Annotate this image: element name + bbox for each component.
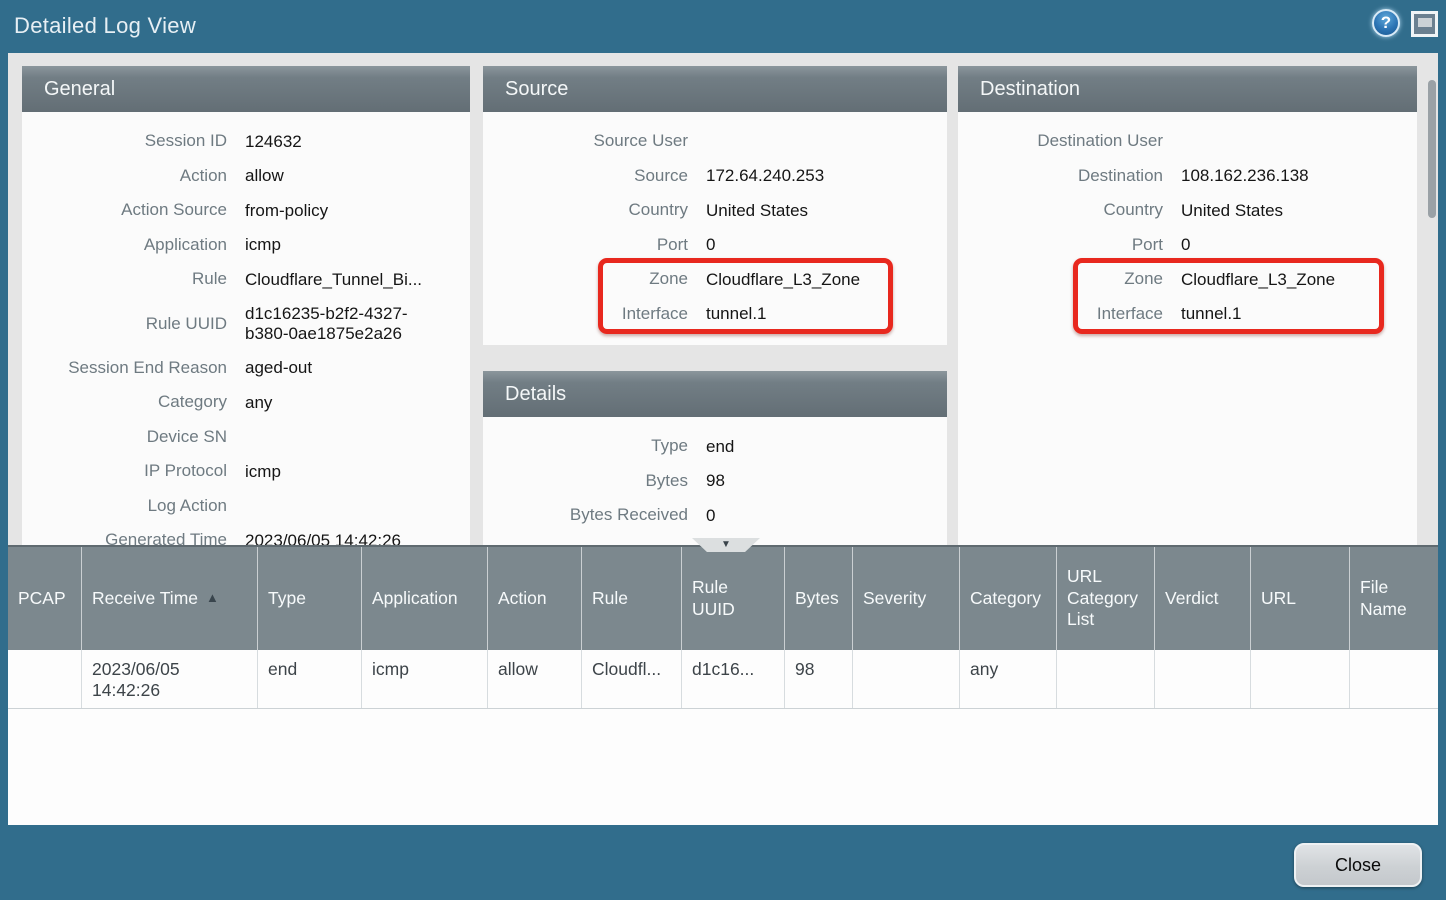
column-header-type[interactable]: Type [258, 547, 362, 650]
dialog-title: Detailed Log View [14, 13, 196, 39]
field-action: Actionallow [22, 159, 470, 194]
field-destination-user: Destination User [958, 124, 1417, 159]
panel-source: Source Source User Source172.64.240.253 … [483, 66, 947, 345]
window-icon[interactable] [1411, 11, 1438, 37]
panel-title: General [44, 78, 115, 101]
field-bytes: Bytes98 [483, 464, 947, 499]
cell-file-name [1350, 650, 1438, 708]
column-header-action[interactable]: Action [488, 547, 582, 650]
cell-url [1251, 650, 1350, 708]
cell-verdict [1155, 650, 1251, 708]
column-header-pcap[interactable]: PCAP [8, 547, 82, 650]
cell-category: any [960, 650, 1057, 708]
field-port: Port0 [958, 228, 1417, 263]
dialog-title-bar: Detailed Log View ? [0, 0, 1446, 53]
cell-pcap [8, 650, 82, 708]
field-log-action: Log Action [22, 489, 470, 524]
cell-rule-uuid: d1c16... [682, 650, 785, 708]
field-country: CountryUnited States [483, 193, 947, 228]
panel-source-header: Source [483, 66, 947, 112]
column-header-file-name[interactable]: File Name [1350, 547, 1438, 650]
field-generated-time: Generated Time2023/06/05 14:42:26 [22, 523, 470, 545]
column-header-category[interactable]: Category [960, 547, 1057, 650]
cell-type: end [258, 650, 362, 708]
window-glyph [1418, 18, 1432, 27]
column-header-url-category-list[interactable]: URL Category List [1057, 547, 1155, 650]
field-type: Typeend [483, 429, 947, 464]
field-bytes-received: Bytes Received0 [483, 498, 947, 533]
panel-details-header: Details [483, 371, 947, 417]
field-ip-protocol: IP Protocolicmp [22, 454, 470, 489]
field-zone: ZoneCloudflare_L3_Zone [958, 262, 1417, 297]
column-header-severity[interactable]: Severity [853, 547, 960, 650]
column-header-rule[interactable]: Rule [582, 547, 682, 650]
close-button[interactable]: Close [1294, 843, 1422, 887]
field-interface: Interfacetunnel.1 [958, 297, 1417, 332]
panel-destination-body: Destination User Destination108.162.236.… [958, 112, 1417, 331]
panel-general: General Session ID124632 Actionallow Act… [22, 66, 470, 545]
panel-details: Details Typeend Bytes98 Bytes Received0 [483, 371, 947, 545]
field-rule: RuleCloudflare_Tunnel_Bi... [22, 262, 470, 297]
sort-ascending-icon: ▲ [206, 590, 219, 606]
cell-bytes: 98 [785, 650, 853, 708]
log-table: PCAP Receive Time▲ Type Application Acti… [8, 545, 1438, 825]
column-header-bytes[interactable]: Bytes [785, 547, 853, 650]
panel-title: Destination [980, 78, 1080, 101]
field-session-id: Session ID124632 [22, 124, 470, 159]
column-header-receive-time[interactable]: Receive Time▲ [82, 547, 258, 650]
cell-application: icmp [362, 650, 488, 708]
field-country: CountryUnited States [958, 193, 1417, 228]
column-header-application[interactable]: Application [362, 547, 488, 650]
panel-destination-header: Destination [958, 66, 1417, 112]
field-rule-uuid: Rule UUIDd1c16235-b2f2-4327-b380-0ae1875… [22, 297, 470, 351]
vertical-scrollbar-thumb[interactable] [1428, 80, 1436, 218]
table-row[interactable]: 2023/06/05 14:42:26 end icmp allow Cloud… [8, 650, 1438, 709]
cell-rule: Cloudfl... [582, 650, 682, 708]
field-source-user: Source User [483, 124, 947, 159]
chevron-down-icon: ▼ [721, 540, 731, 550]
panel-source-body: Source User Source172.64.240.253 Country… [483, 112, 947, 331]
field-zone: ZoneCloudflare_L3_Zone [483, 262, 947, 297]
help-icon[interactable]: ? [1372, 9, 1400, 37]
dialog-footer: Close [0, 825, 1446, 900]
field-port: Port0 [483, 228, 947, 263]
cell-receive-time: 2023/06/05 14:42:26 [82, 650, 258, 708]
panel-title: Source [505, 78, 568, 101]
detailed-log-view-dialog: Detailed Log View ? General Session ID12… [0, 0, 1446, 900]
panel-general-body: Session ID124632 Actionallow Action Sour… [22, 112, 470, 545]
field-interface: Interfacetunnel.1 [483, 297, 947, 332]
log-table-header: PCAP Receive Time▲ Type Application Acti… [8, 547, 1438, 650]
column-header-rule-uuid[interactable]: Rule UUID [682, 547, 785, 650]
field-session-end-reason: Session End Reasonaged-out [22, 351, 470, 386]
field-category: Categoryany [22, 385, 470, 420]
cell-action: allow [488, 650, 582, 708]
panel-general-header: General [22, 66, 470, 112]
cell-severity [853, 650, 960, 708]
field-destination: Destination108.162.236.138 [958, 159, 1417, 194]
dialog-content: General Session ID124632 Actionallow Act… [8, 53, 1438, 545]
field-source: Source172.64.240.253 [483, 159, 947, 194]
panel-details-body: Typeend Bytes98 Bytes Received0 [483, 417, 947, 533]
panel-title: Details [505, 383, 566, 406]
field-device-sn: Device SN [22, 420, 470, 455]
field-application: Applicationicmp [22, 228, 470, 263]
cell-url-category-list [1057, 650, 1155, 708]
column-header-verdict[interactable]: Verdict [1155, 547, 1251, 650]
column-header-url[interactable]: URL [1251, 547, 1350, 650]
field-action-source: Action Sourcefrom-policy [22, 193, 470, 228]
panel-destination: Destination Destination User Destination… [958, 66, 1417, 545]
help-glyph: ? [1381, 13, 1391, 33]
